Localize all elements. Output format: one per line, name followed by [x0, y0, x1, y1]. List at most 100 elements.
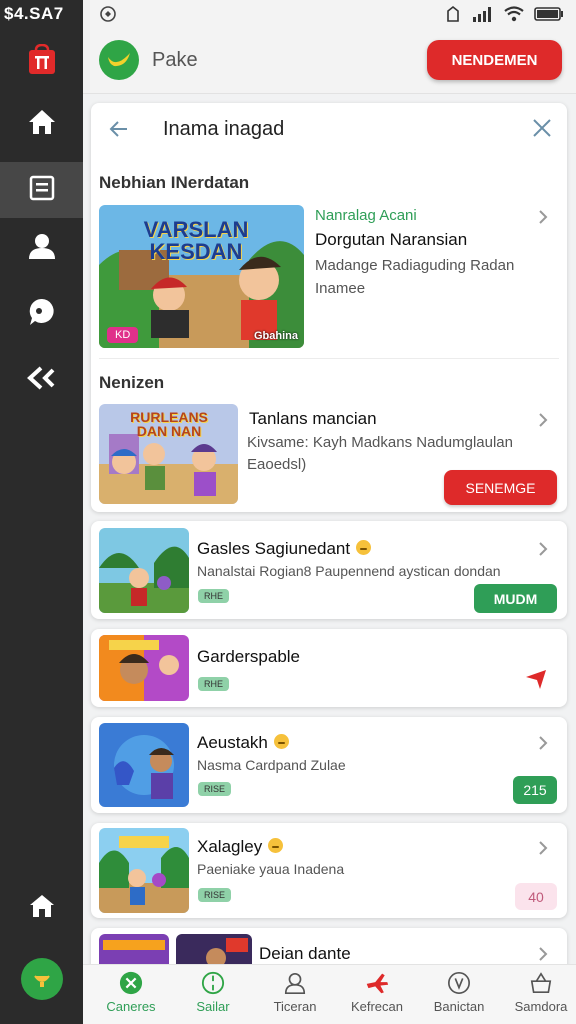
card-action-button[interactable]: MUDM — [474, 584, 557, 613]
card-thumbnail — [99, 723, 189, 807]
status-time: $4.SA7 — [4, 4, 64, 23]
basket-icon — [529, 971, 553, 995]
featured-thumb-title: VARSLAN KESDAN — [143, 217, 249, 264]
chat-icon — [27, 297, 57, 332]
second-action-button[interactable]: SENEMGE — [444, 470, 557, 505]
card-title: Aeustakh — [197, 733, 289, 753]
card-title-text: Xalagley — [197, 837, 263, 856]
home-icon — [28, 893, 56, 924]
navigation-rail: $4.SA7 — [0, 0, 83, 1024]
card-count-button[interactable]: 215 — [513, 776, 557, 804]
card-badge: RHE — [198, 677, 230, 691]
rail-item-bag[interactable] — [0, 951, 83, 1007]
card-subtitle: Nasma Cardpand Zulae — [197, 757, 346, 773]
card-subtitle: Nanalstai Rogian8 Paupennend aystican do… — [197, 563, 501, 579]
second-thumbnail: RURLEANS DAN NAN — [99, 404, 238, 504]
featured-description: Madange Radiaguding Radan Inamee — [315, 257, 515, 297]
second-thumb-title: RURLEANS DAN NAN — [130, 409, 208, 439]
emoji-icon — [273, 734, 289, 749]
nav-label: Sailar — [196, 999, 230, 1014]
list-item[interactable]: Aeustakh Nasma Cardpand Zulae RISE 215 — [91, 717, 567, 813]
card-thumbnail — [176, 934, 252, 968]
status-bar — [0, 0, 576, 28]
badge-icon — [447, 971, 471, 995]
rail-item-profile[interactable] — [0, 220, 83, 276]
chevron-right-icon[interactable] — [537, 735, 549, 756]
list-item[interactable]: Deian dante — [91, 928, 567, 968]
rail-item-chat[interactable] — [0, 286, 83, 342]
divider — [99, 358, 559, 359]
notification-icon — [444, 5, 462, 28]
card-title-text: Aeustakh — [197, 733, 268, 752]
featured-thumb-badge: KD — [107, 327, 139, 343]
nav-item-caneres[interactable]: Caneres — [90, 965, 172, 1024]
document-icon — [29, 175, 55, 206]
card-title: Deian dante — [259, 944, 351, 963]
featured-category: Nanralag Acani — [315, 207, 417, 224]
card-title: Xalagley — [197, 837, 284, 857]
rail-item-share[interactable] — [0, 352, 83, 408]
featured-title: Dorgutan Naransian — [315, 230, 468, 249]
emoji-icon — [356, 540, 372, 555]
battery-icon — [534, 6, 564, 27]
featured-thumb-corner: Gbahina — [253, 330, 298, 342]
card-badge: RISE — [198, 782, 232, 796]
back-arrow-icon[interactable] — [107, 117, 131, 146]
chevron-right-icon[interactable] — [537, 541, 549, 562]
battery-saver-icon — [98, 4, 118, 29]
list-item[interactable]: Gasles Sagiunedant Nanalstai Rogian8 Pau… — [91, 521, 567, 619]
nav-item-banictan[interactable]: Banictan — [418, 965, 500, 1024]
chevron-right-icon[interactable] — [537, 209, 549, 230]
card-thumbnail — [99, 828, 189, 913]
card-title: Gasles Sagiunedant — [197, 539, 372, 559]
search-panel: Inama inagad Nebhian INerdatan VARSLAN K… — [91, 103, 567, 512]
nav-label: Caneres — [106, 999, 156, 1014]
app-logo[interactable] — [99, 40, 139, 80]
nav-item-kefrecan[interactable]: Kefrecan — [336, 965, 418, 1024]
rail-item-documents[interactable] — [0, 162, 83, 218]
store-icon — [28, 43, 56, 81]
user-outline-icon — [283, 971, 307, 995]
close-circle-icon — [119, 971, 143, 995]
chevron-right-icon[interactable] — [537, 840, 549, 861]
app-name: Pake — [152, 49, 198, 71]
emoji-icon — [268, 838, 284, 853]
plane-icon — [365, 971, 389, 995]
card-thumbnail — [99, 934, 169, 968]
card-thumbnail — [99, 635, 189, 701]
compass-icon — [201, 971, 225, 995]
home-icon — [27, 108, 57, 141]
send-arrow-icon[interactable] — [525, 669, 547, 694]
nav-label: Banictan — [433, 999, 485, 1014]
bottom-navigation: Caneres Sailar Ticeran Kefrecan Banictan… — [83, 964, 576, 1024]
profile-icon — [28, 233, 56, 264]
rail-item-store[interactable] — [0, 34, 83, 90]
nav-item-samdora[interactable]: Samdora — [500, 965, 576, 1024]
rail-item-home-secondary[interactable] — [0, 880, 83, 936]
rail-item-home[interactable] — [0, 96, 83, 152]
header-action-button[interactable]: NENDEMEN — [427, 40, 562, 80]
search-bar: Inama inagad — [91, 103, 567, 155]
card-title-text: Gasles Sagiunedant — [197, 539, 351, 558]
app-header: Pake NENDEMEN — [83, 28, 576, 94]
card-thumbnail — [99, 528, 189, 613]
wifi-icon — [504, 6, 524, 27]
nav-label: Samdora — [514, 999, 568, 1014]
featured-thumbnail: VARSLAN KESDAN KD Gbahina — [99, 205, 304, 348]
search-input[interactable]: Inama inagad — [163, 118, 284, 141]
chevron-right-icon[interactable] — [537, 412, 549, 433]
card-badge: RISE — [198, 888, 232, 902]
nav-label: Kefrecan — [350, 999, 404, 1014]
nav-item-sailar[interactable]: Sailar — [172, 965, 254, 1024]
section-title: Nenizen — [99, 373, 165, 392]
close-icon[interactable] — [531, 117, 553, 144]
bag-icon — [20, 958, 63, 1000]
section-title: Nebhian INerdatan — [99, 173, 250, 192]
list-item[interactable]: Garderspable RHE — [91, 629, 567, 707]
status-icons — [444, 5, 564, 28]
card-count-button[interactable]: 40 — [515, 883, 557, 910]
card-badge: RHE — [198, 589, 230, 603]
share-icon — [26, 365, 57, 396]
nav-item-ticeran[interactable]: Ticeran — [254, 965, 336, 1024]
list-item[interactable]: Xalagley Paeniake yaua Inadena RISE 40 — [91, 823, 567, 918]
